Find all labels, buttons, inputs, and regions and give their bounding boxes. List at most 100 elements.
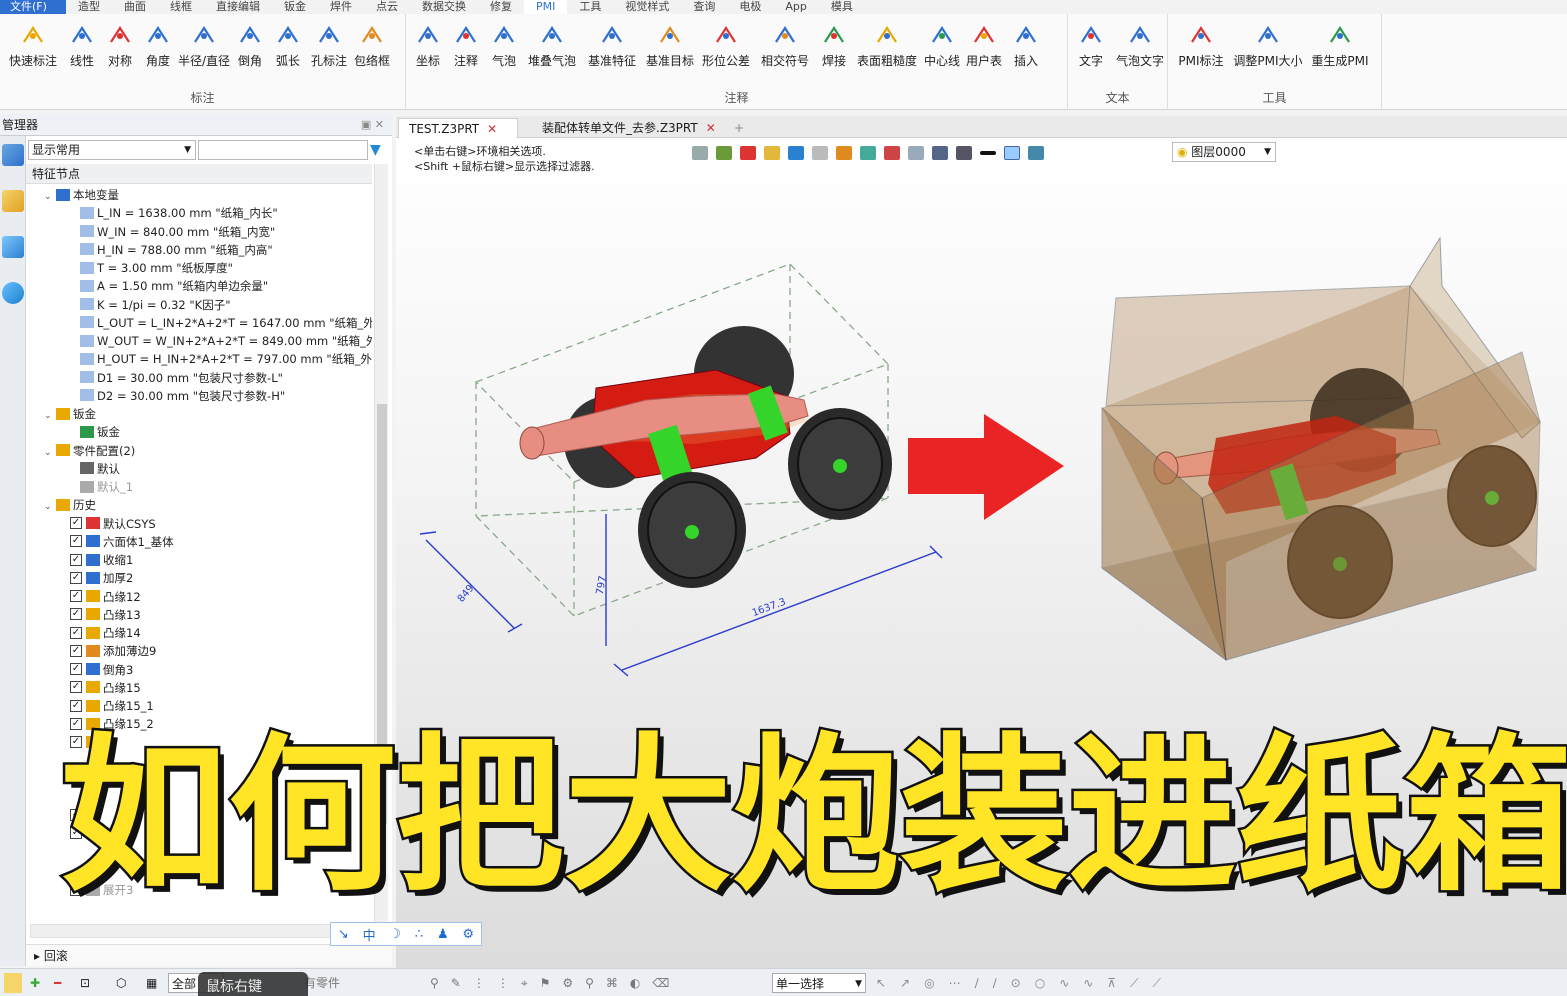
visibility-checkbox[interactable]: ✓ [70,571,82,584]
snap-icons[interactable]: ⚲✎⋮⋮⌖⚑⚙⚲⌘◐⌫ [430,973,681,993]
tree-node[interactable]: 钣金 [80,423,120,441]
expand-toggle-icon[interactable]: ⌄ [44,188,56,206]
tree-node[interactable]: ✓ 凸缘15 [70,679,141,697]
tree-node[interactable]: ✓ 凸缘15_1 [70,697,154,715]
ribbon-button-1-0[interactable]: 坐标 [410,20,446,80]
ribbon-button-1-8[interactable]: 焊接 [816,20,852,80]
visibility-checkbox[interactable]: ✓ [70,553,82,566]
ribbon-button-1-11[interactable]: 用户表 [964,20,1004,80]
tree-node[interactable]: ⌄ 历史 [44,496,96,514]
part-icon[interactable] [2,190,24,212]
tree-node[interactable]: ✓ 添加薄边9 [70,642,156,660]
new-tab-plus-icon[interactable]: + [724,118,754,138]
tree-node[interactable]: 默认_1 [80,478,133,496]
box-select-icon[interactable]: ⊡ [80,973,90,993]
menu-tab-10[interactable]: 工具 [567,0,613,14]
cursor-mode-icon[interactable] [4,973,22,993]
ribbon-button-1-7[interactable]: 相交符号 [756,20,814,80]
tree-node[interactable]: D1 = 30.00 mm "包装尺寸参数-L" [80,369,283,387]
expand-toggle-icon[interactable]: ⌄ [44,407,56,425]
tree-search-input[interactable] [198,140,368,160]
ime-tool-2-icon[interactable]: ☽ [389,927,401,942]
assembly-tree-icon[interactable] [2,144,24,166]
expand-toggle-icon[interactable]: ⌄ [44,498,56,516]
menu-tab-1[interactable]: 曲面 [112,0,158,14]
tree-node[interactable]: ✓ 六面体1_基体 [70,533,174,551]
ime-tool-5-icon[interactable]: ⚙ [462,927,474,942]
menu-tab-9[interactable]: PMI [524,0,568,14]
ribbon-button-0-7[interactable]: 孔标注 [308,20,350,80]
tree-node[interactable]: ⌄ 钣金 [44,405,96,423]
menu-tab-11[interactable]: 视觉样式 [613,0,681,14]
ribbon-button-1-9[interactable]: 表面粗糙度 [854,20,920,80]
tree-node[interactable]: ✓ 默认CSYS [70,515,156,533]
visibility-checkbox[interactable]: ✓ [70,517,82,529]
rollback-node[interactable]: ▸ 回滚 [26,944,392,966]
expand-toggle-icon[interactable]: ⌄ [44,444,56,462]
tree-node[interactable]: L_IN = 1638.00 mm "纸箱_内长" [80,204,278,222]
ribbon-button-0-3[interactable]: 角度 [140,20,176,80]
history-icon[interactable] [2,236,24,258]
ribbon-button-3-0[interactable]: PMI标注 [1172,20,1230,80]
menu-tab-14[interactable]: App [773,0,819,14]
user-icon[interactable] [2,282,24,304]
display-filter-select[interactable]: 显示常用 ▼ [28,140,196,160]
tree-node[interactable]: T = 3.00 mm "纸板厚度" [80,259,233,277]
tree-horizontal-scrollbar[interactable] [30,924,374,938]
menu-tab-0[interactable]: 造型 [66,0,112,14]
menu-tab-4[interactable]: 钣金 [272,0,318,14]
ribbon-button-2-0[interactable]: 文字 [1072,20,1110,80]
menu-tab-8[interactable]: 修复 [478,0,524,14]
ribbon-button-0-8[interactable]: 包络框 [352,20,392,80]
menu-tab-2[interactable]: 线框 [158,0,204,14]
menu-tab-3[interactable]: 直接编辑 [204,0,272,14]
manager-window-controls[interactable]: ▣ ✕ [361,114,384,136]
tree-node[interactable]: ⌄ 零件配置(2) [44,442,135,460]
tree-node[interactable]: W_IN = 840.00 mm "纸箱_内宽" [80,223,275,241]
visibility-checkbox[interactable]: ✓ [70,681,82,694]
menu-tab-15[interactable]: 模具 [819,0,865,14]
menu-tab-6[interactable]: 点云 [364,0,410,14]
ribbon-button-0-0[interactable]: 快速标注 [4,20,62,80]
ribbon-button-1-12[interactable]: 插入 [1006,20,1046,80]
ribbon-button-0-2[interactable]: 对称 [102,20,138,80]
visibility-checkbox[interactable]: ✓ [70,663,82,675]
ime-tool-0-icon[interactable]: ↘ [338,927,349,942]
pick-filter-icons[interactable]: ↖↗◎⋯∕∕⊙○∿∿⊼⟋⟋ [876,973,1175,993]
ime-tool-1-icon[interactable]: 中 [363,925,376,944]
add-icon[interactable]: ✚ [30,973,40,993]
visibility-checkbox[interactable]: ✓ [70,535,82,548]
ribbon-button-0-5[interactable]: 倒角 [232,20,268,80]
ime-tool-3-icon[interactable]: ∴ [415,927,423,942]
tree-node[interactable]: L_OUT = L_IN+2*A+2*T = 1647.00 mm "纸箱_外长 [80,314,372,332]
tree-node[interactable]: ✓ 凸缘13 [70,606,141,624]
ribbon-button-1-4[interactable]: 基准特征 [582,20,642,80]
menu-tab-5[interactable]: 焊件 [318,0,364,14]
ribbon-button-1-1[interactable]: 注释 [448,20,484,80]
ribbon-button-0-4[interactable]: 半径/直径 [178,20,230,80]
menu-tab-12[interactable]: 查询 [681,0,727,14]
visibility-checkbox[interactable]: ✓ [70,608,82,621]
ribbon-button-1-5[interactable]: 基准目标 [644,20,696,80]
ribbon-button-1-10[interactable]: 中心线 [922,20,962,80]
tree-node[interactable]: K = 1/pi = 0.32 "K因子" [80,296,231,314]
tree-node[interactable]: ✓ 凸缘14 [70,624,141,642]
tree-node[interactable]: D2 = 30.00 mm "包装尺寸参数-H" [80,387,285,405]
ribbon-button-1-6[interactable]: 形位公差 [698,20,754,80]
ribbon-button-1-3[interactable]: 堆叠气泡 [524,20,580,80]
tree-node[interactable]: ✓ 加厚2 [70,569,133,587]
ribbon-button-3-2[interactable]: 重生成PMI [1306,20,1374,80]
tree-node[interactable]: ✓ 凸缘12 [70,588,141,606]
tree-node[interactable]: A = 1.50 mm "纸箱内单边余量" [80,277,268,295]
visibility-checkbox[interactable]: ✓ [70,590,82,602]
ribbon-button-1-2[interactable]: 气泡 [486,20,522,80]
ime-tool-4-icon[interactable]: ♟ [437,927,449,942]
tree-node[interactable]: H_IN = 788.00 mm "纸箱_内高" [80,241,273,259]
document-tab-0[interactable]: TEST.Z3PRT ✕ [398,118,518,138]
filter-icon[interactable]: ▼ [370,142,386,158]
visibility-checkbox[interactable]: ✓ [70,626,82,639]
menu-tab-7[interactable]: 数据交换 [410,0,478,14]
close-icon[interactable]: ✕ [487,122,497,136]
ribbon-button-0-1[interactable]: 线性 [64,20,100,80]
ribbon-button-3-1[interactable]: 调整PMI大小 [1232,20,1304,80]
